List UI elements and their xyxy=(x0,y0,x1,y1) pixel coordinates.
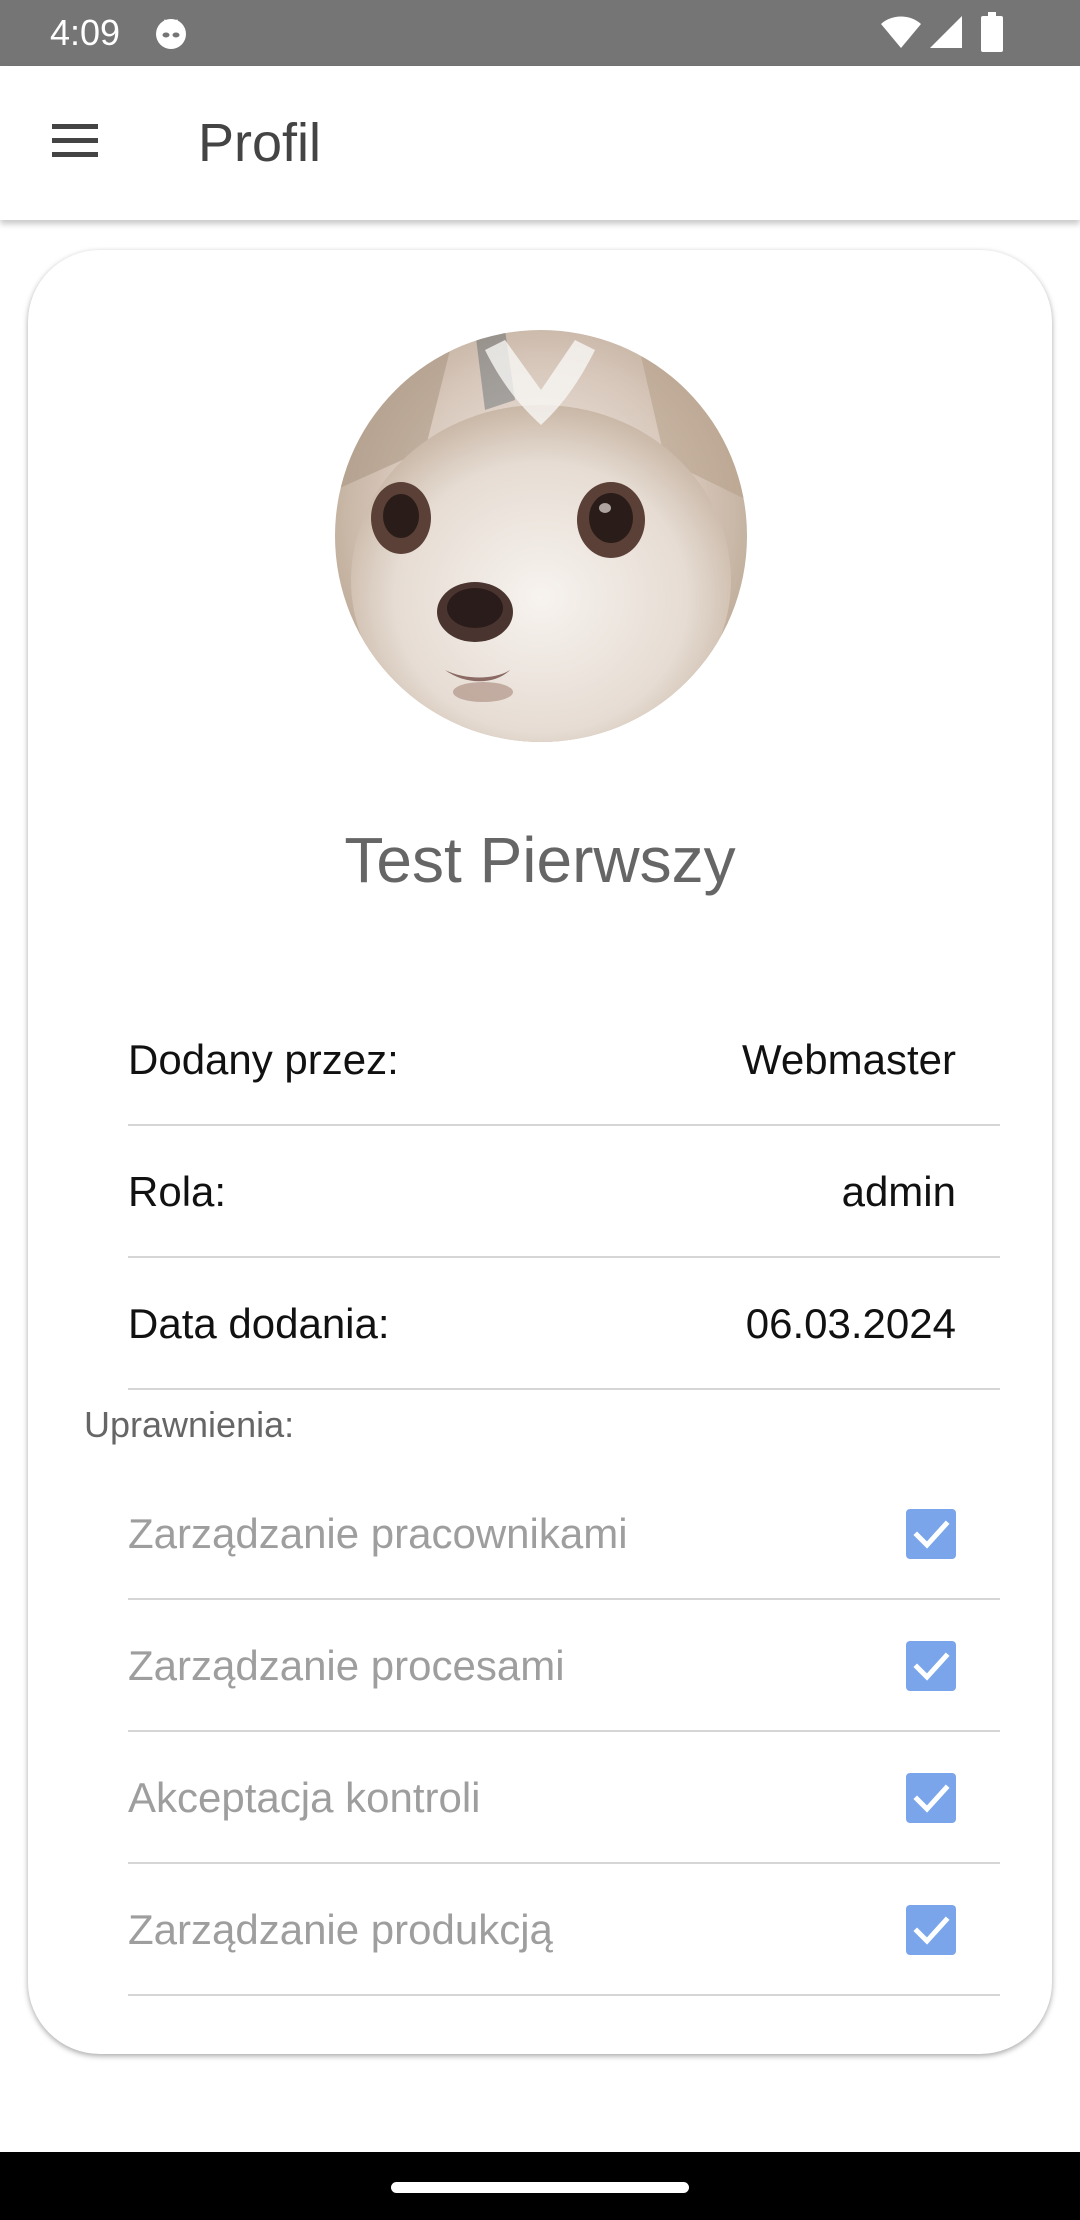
permission-row-processes: Zarządzanie procesami xyxy=(128,1600,1000,1732)
status-bar: 4:09 xyxy=(0,0,1080,66)
info-row-date-added: Data dodania: 06.03.2024 xyxy=(128,1258,1000,1390)
system-nav-bar xyxy=(0,2152,1080,2220)
checkmark-icon xyxy=(913,1784,950,1813)
profile-content: Test Pierwszy Dodany przez: Webmaster Ro… xyxy=(0,220,1080,2152)
info-value: Webmaster xyxy=(742,1036,956,1083)
info-value: 06.03.2024 xyxy=(745,1300,956,1347)
page-title: Profil xyxy=(198,113,322,173)
permission-label: Zarządzanie produkcją xyxy=(128,1906,553,1953)
wifi-icon xyxy=(881,16,921,48)
permission-label: Zarządzanie pracownikami xyxy=(128,1510,628,1557)
status-time: 4:09 xyxy=(50,12,121,53)
permission-checkbox[interactable] xyxy=(906,1905,956,1955)
app-bar: Profil xyxy=(0,66,1080,220)
signal-icon xyxy=(930,16,962,48)
permission-label: Zarządzanie procesami xyxy=(128,1642,565,1689)
avatar xyxy=(335,330,747,742)
permission-row-employees: Zarządzanie pracownikami xyxy=(128,1468,1000,1600)
hamburger-menu-icon[interactable] xyxy=(46,120,106,166)
permission-row-control-acceptance: Akceptacja kontroli xyxy=(128,1732,1000,1864)
permission-checkbox[interactable] xyxy=(906,1641,956,1691)
info-row-added-by: Dodany przez: Webmaster xyxy=(128,994,1000,1126)
permission-checkbox[interactable] xyxy=(906,1509,956,1559)
permission-label: Akceptacja kontroli xyxy=(128,1774,481,1821)
user-name: Test Pierwszy xyxy=(344,824,736,896)
info-label: Data dodania: xyxy=(128,1300,390,1347)
permission-checkbox[interactable] xyxy=(906,1773,956,1823)
checkmark-icon xyxy=(913,1520,950,1549)
profile-card: Test Pierwszy Dodany przez: Webmaster Ro… xyxy=(28,250,1052,2054)
battery-icon xyxy=(981,12,1003,52)
app-notification-icon xyxy=(156,19,186,49)
permissions-heading: Uprawnienia: xyxy=(84,1404,295,1445)
permission-row-production: Zarządzanie produkcją xyxy=(128,1864,1000,1996)
checkmark-icon xyxy=(913,1652,950,1681)
dog-photo-avatar xyxy=(335,330,747,742)
info-label: Dodany przez: xyxy=(128,1036,399,1083)
home-gesture-handle[interactable] xyxy=(391,2182,689,2193)
info-value: admin xyxy=(841,1168,956,1215)
info-row-role: Rola: admin xyxy=(128,1126,1000,1258)
checkmark-icon xyxy=(913,1916,950,1945)
info-label: Rola: xyxy=(128,1168,227,1215)
